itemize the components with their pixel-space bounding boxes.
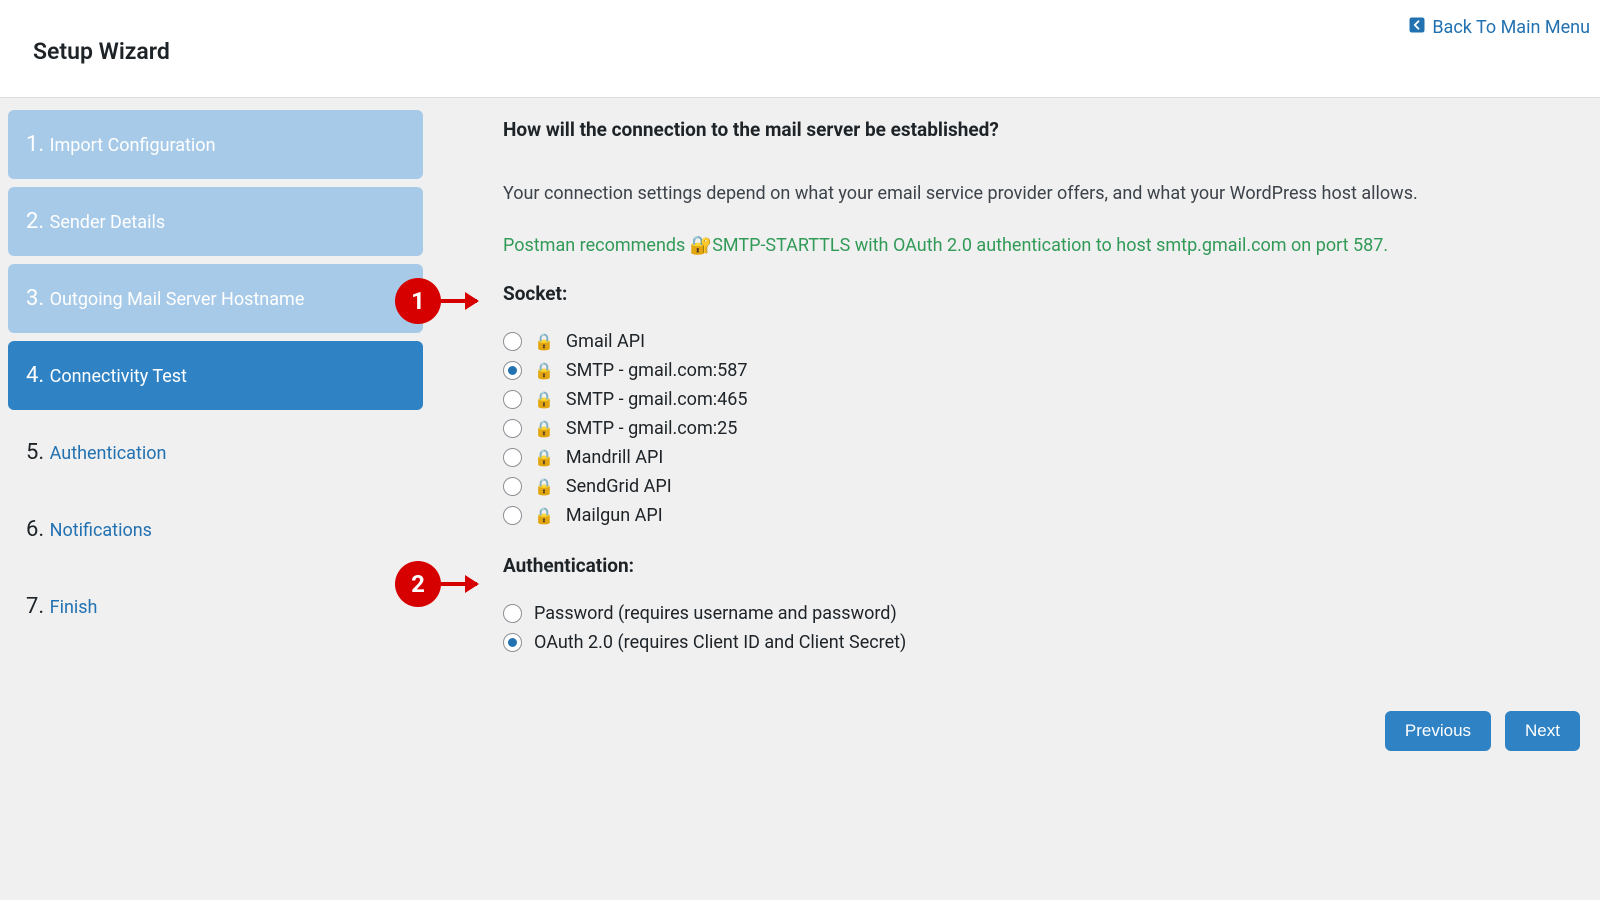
lock-icon: 🔒 (534, 506, 554, 525)
step-label: Notifications (50, 520, 152, 541)
option-label: SMTP - gmail.com:25 (566, 418, 737, 439)
step-number: 6. (26, 517, 50, 542)
radio-input[interactable] (503, 477, 522, 496)
step-label: Authentication (50, 443, 167, 464)
back-to-main-link[interactable]: Back To Main Menu (1408, 16, 1590, 39)
wizard-step: 2. Sender Details (8, 187, 423, 256)
option-label: SendGrid API (566, 476, 672, 497)
step-label: Import Configuration (50, 135, 216, 156)
radio-input[interactable] (503, 332, 522, 351)
option-label: SMTP - gmail.com:587 (566, 360, 748, 381)
radio-input[interactable] (503, 448, 522, 467)
wizard-step[interactable]: 7. Finish (8, 572, 423, 641)
step-label: Sender Details (50, 212, 166, 233)
radio-input[interactable] (503, 506, 522, 525)
previous-button[interactable]: Previous (1385, 711, 1491, 751)
step-number: 1. (26, 132, 50, 157)
wizard-step[interactable]: 5. Authentication (8, 418, 423, 487)
annotation-arrow-icon (439, 299, 477, 303)
radio-input[interactable] (503, 633, 522, 652)
lock-icon: 🔒 (534, 361, 554, 380)
radio-input[interactable] (503, 390, 522, 409)
step-label: Connectivity Test (50, 366, 187, 387)
step-number: 7. (26, 594, 50, 619)
wizard-step: 4. Connectivity Test (8, 341, 423, 410)
auth-label: Authentication: (503, 554, 1572, 577)
socket-option[interactable]: 🔒 Mandrill API (503, 447, 1572, 468)
annotation-arrow-icon (439, 582, 477, 586)
option-label: Mailgun API (566, 505, 663, 526)
annotation-badge: 2 (395, 561, 441, 607)
socket-option[interactable]: 🔒 Gmail API (503, 331, 1572, 352)
wizard-step[interactable]: 6. Notifications (8, 495, 423, 564)
socket-options: 🔒 Gmail API 🔒 SMTP - gmail.com:587 🔒 SMTP - g… (503, 331, 1572, 526)
back-link-label: Back To Main Menu (1432, 17, 1590, 38)
annotation-badge: 1 (395, 278, 441, 324)
lock-icon: 🔒 (534, 448, 554, 467)
recommend-prefix: Postman recommends (503, 235, 690, 256)
socket-label: Socket: (503, 282, 1572, 305)
option-label: Gmail API (566, 331, 645, 352)
page-title: Setup Wizard (33, 38, 1580, 65)
option-label: Password (requires username and password… (534, 603, 897, 624)
recommend-link[interactable]: SMTP-STARTTLS with OAuth 2.0 authenticat… (712, 235, 1388, 256)
step-number: 2. (26, 209, 50, 234)
lock-icon: 🔒 (534, 390, 554, 409)
next-button[interactable]: Next (1505, 711, 1580, 751)
radio-input[interactable] (503, 361, 522, 380)
wizard-step: 3. Outgoing Mail Server Hostname (8, 264, 423, 333)
socket-option[interactable]: 🔒 SMTP - gmail.com:465 (503, 389, 1572, 410)
recommendation-text: Postman recommends 🔐SMTP-STARTTLS with O… (503, 235, 1572, 256)
section-heading: How will the connection to the mail serv… (503, 118, 1572, 141)
step-label: Finish (50, 597, 98, 618)
auth-options: Password (requires username and password… (503, 603, 1572, 653)
lock-key-icon: 🔐 (690, 235, 712, 256)
back-arrow-icon (1408, 16, 1426, 39)
wizard-step: 1. Import Configuration (8, 110, 423, 179)
option-label: SMTP - gmail.com:465 (566, 389, 748, 410)
option-label: OAuth 2.0 (requires Client ID and Client… (534, 632, 906, 653)
step-label: Outgoing Mail Server Hostname (50, 289, 305, 310)
lock-icon: 🔒 (534, 332, 554, 351)
option-label: Mandrill API (566, 447, 663, 468)
step-number: 4. (26, 363, 50, 388)
section-lead: Your connection settings depend on what … (503, 181, 1572, 207)
step-number: 3. (26, 286, 50, 311)
auth-option[interactable]: Password (requires username and password… (503, 603, 1572, 624)
wizard-sidebar: 1. Import Configuration 2. Sender Details… (8, 110, 423, 701)
socket-option[interactable]: 🔒 SMTP - gmail.com:587 (503, 360, 1572, 381)
radio-input[interactable] (503, 419, 522, 438)
step-number: 5. (26, 440, 50, 465)
socket-option[interactable]: 🔒 SMTP - gmail.com:25 (503, 418, 1572, 439)
lock-icon: 🔒 (534, 419, 554, 438)
radio-input[interactable] (503, 604, 522, 623)
lock-icon: 🔒 (534, 477, 554, 496)
annotation-callout-2: 2 (395, 561, 477, 607)
socket-option[interactable]: 🔒 Mailgun API (503, 505, 1572, 526)
annotation-callout-1: 1 (395, 278, 477, 324)
auth-option[interactable]: OAuth 2.0 (requires Client ID and Client… (503, 632, 1572, 653)
socket-option[interactable]: 🔒 SendGrid API (503, 476, 1572, 497)
